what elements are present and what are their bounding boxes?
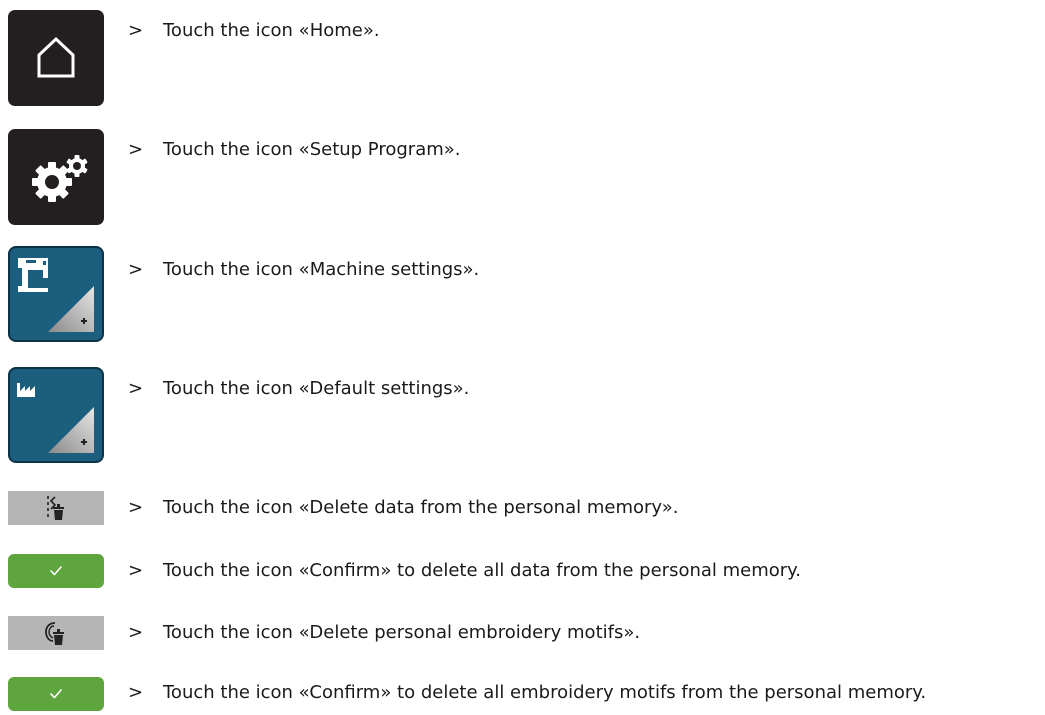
step-instruction: Touch the icon «Confirm» to delete all e… — [163, 682, 927, 703]
step-instruction: Touch the icon «Machine settings». — [163, 259, 480, 280]
expand-corner-icon — [48, 286, 94, 332]
machine-settings-button[interactable] — [8, 246, 104, 342]
step-arrow: > — [128, 682, 144, 703]
step-arrow: > — [128, 20, 144, 41]
step-arrow: > — [128, 139, 144, 160]
step-instruction: Touch the icon «Delete data from the per… — [163, 497, 679, 518]
setup-program-button[interactable] — [8, 129, 104, 225]
hoop-trash-icon — [45, 622, 64, 645]
confirm-button[interactable] — [8, 554, 104, 588]
delete-personal-data-button[interactable] — [8, 491, 104, 525]
expand-corner-icon — [48, 407, 94, 453]
delete-embroidery-motifs-button[interactable] — [8, 616, 104, 650]
home-button[interactable] — [8, 10, 104, 106]
instruction-page: { "steps": [ {"arrow": ">", "text": "Tou… — [0, 0, 1045, 711]
step-arrow: > — [128, 259, 144, 280]
step-instruction: Touch the icon «Home». — [163, 20, 380, 41]
step-arrow: > — [128, 560, 144, 581]
checkmark-icon — [50, 689, 62, 699]
step-instruction: Touch the icon «Default settings». — [163, 378, 470, 399]
step-arrow: > — [128, 622, 144, 643]
step-arrow: > — [128, 497, 144, 518]
stitch-trash-icon — [47, 496, 64, 520]
step-instruction: Touch the icon «Confirm» to delete all d… — [163, 560, 801, 581]
gears-icon — [32, 155, 88, 202]
step-instruction: Touch the icon «Setup Program». — [163, 139, 461, 160]
confirm-button[interactable] — [8, 677, 104, 711]
home-icon — [37, 36, 75, 78]
checkmark-icon — [50, 566, 62, 576]
step-instruction: Touch the icon «Delete personal embroide… — [163, 622, 641, 643]
default-settings-button[interactable] — [8, 367, 104, 463]
step-arrow: > — [128, 378, 144, 399]
